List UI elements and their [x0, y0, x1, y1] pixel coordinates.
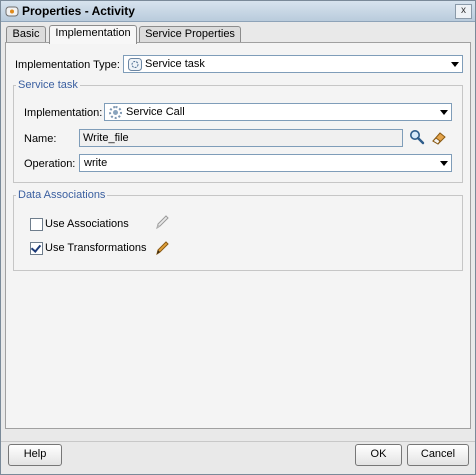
implementation-type-select[interactable]: Service task	[123, 55, 463, 73]
implementation-value: Service Call	[126, 106, 185, 118]
service-task-legend: Service task	[18, 79, 78, 91]
footer-divider	[1, 441, 475, 442]
implementation-select[interactable]: Service Call	[104, 103, 452, 121]
implementation-panel: Implementation Type: Service task Servic…	[5, 42, 471, 429]
gear-icon	[109, 106, 122, 119]
activity-icon	[5, 6, 19, 17]
window-title: Properties - Activity	[22, 4, 135, 18]
data-associations-legend: Data Associations	[18, 189, 106, 201]
service-task-icon	[128, 58, 142, 71]
tab-basic[interactable]: Basic	[6, 26, 46, 43]
name-field[interactable]: Write_file	[79, 129, 403, 147]
use-transformations-label[interactable]: Use Transformations	[45, 242, 146, 254]
name-label: Name:	[24, 133, 57, 145]
operation-select[interactable]: write	[79, 154, 452, 172]
implementation-label: Implementation:	[24, 107, 103, 119]
pencil-icon[interactable]	[154, 214, 170, 230]
help-button[interactable]: Help	[8, 444, 62, 466]
ok-button[interactable]: OK	[355, 444, 402, 466]
search-icon[interactable]	[409, 129, 425, 145]
close-button[interactable]: x	[455, 4, 472, 19]
use-associations-checkbox[interactable]	[30, 218, 43, 231]
operation-label: Operation:	[24, 158, 76, 170]
pencil-icon[interactable]	[154, 240, 170, 256]
use-associations-label[interactable]: Use Associations	[45, 218, 129, 230]
checkmark-icon	[30, 242, 42, 253]
eraser-icon[interactable]	[431, 129, 447, 145]
name-value: Write_file	[83, 132, 129, 144]
properties-dialog: Properties - Activity x Basic Implementa…	[0, 0, 476, 475]
operation-value: write	[84, 157, 108, 169]
chevron-down-icon	[440, 161, 448, 166]
data-associations-group: Data Associations	[13, 189, 463, 271]
chevron-down-icon	[440, 110, 448, 115]
tab-implementation[interactable]: Implementation	[49, 25, 137, 44]
use-transformations-checkbox[interactable]	[30, 242, 43, 255]
chevron-down-icon	[451, 62, 459, 67]
implementation-type-value: Service task	[145, 58, 205, 70]
cancel-button[interactable]: Cancel	[407, 444, 469, 466]
tab-service-properties[interactable]: Service Properties	[139, 26, 241, 43]
title-bar[interactable]: Properties - Activity x	[1, 1, 475, 22]
implementation-type-label: Implementation Type:	[15, 59, 120, 71]
